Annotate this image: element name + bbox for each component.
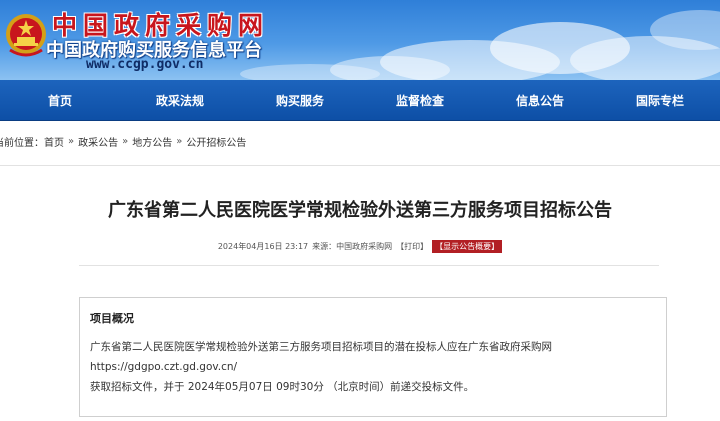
overview-heading: 项目概况 <box>90 312 134 325</box>
overview-url[interactable]: https://gdgpo.czt.gd.gov.cn/ <box>90 357 656 377</box>
breadcrumb-local-notices[interactable]: 地方公告 <box>132 134 172 149</box>
breadcrumb-procurement-notices[interactable]: 政采公告 <box>78 134 118 149</box>
article-source: 来源：中国政府采购网 <box>312 241 393 251</box>
print-link[interactable]: 【打印】 <box>396 241 428 252</box>
breadcrumb: 当前位置： 首页 » 政采公告 » 地方公告 » 公开招标公告 <box>0 129 720 153</box>
breadcrumb-home[interactable]: 首页 <box>44 134 64 149</box>
publish-date: 2024年04月16日 23:17 <box>217 241 309 251</box>
show-summary-button[interactable]: 【显示公告概要】 <box>432 239 503 253</box>
breadcrumb-open-tender[interactable]: 公开招标公告 <box>186 134 246 149</box>
breadcrumb-separator: » <box>122 135 129 147</box>
national-emblem-icon <box>6 14 46 57</box>
breadcrumb-lead: 当前位置： <box>0 137 44 149</box>
site-url: www.ccgp.gov.cn <box>86 57 204 72</box>
nav-item-regulations[interactable]: 政采法规 <box>120 80 240 120</box>
divider <box>79 265 659 266</box>
site-banner: 中国政府采购网 中国政府购买服务信息平台 www.ccgp.gov.cn <box>0 0 720 80</box>
breadcrumb-separator: » <box>176 135 183 147</box>
article-title: 广东省第二人民医院医学常规检验外送第三方服务项目招标公告 <box>108 200 612 221</box>
overview-line: 获取招标文件，并于 2024年05月07日 09时30分 （北京时间）前递交投标… <box>90 381 475 393</box>
overview-line: 广东省第二人民医院医学常规检验外送第三方服务项目招标项目的潜在投标人应在广东省政… <box>90 341 552 353</box>
article-meta: 2024年04月16日 23:17 来源：中国政府采购网 【打印】 【显示公告概… <box>0 238 720 254</box>
nav-item-supervision[interactable]: 监督检查 <box>360 80 480 120</box>
nav-item-purchase-services[interactable]: 购买服务 <box>240 80 360 120</box>
project-overview-box: 项目概况 广东省第二人民医院医学常规检验外送第三方服务项目招标项目的潜在投标人应… <box>79 297 667 417</box>
nav-item-home[interactable]: 首页 <box>0 80 120 120</box>
nav-item-announcements[interactable]: 信息公告 <box>480 80 600 120</box>
nav-item-international[interactable]: 国际专栏 <box>600 80 720 120</box>
main-nav: 首页 政采法规 购买服务 监督检查 信息公告 国际专栏 <box>0 80 720 121</box>
divider <box>0 165 720 166</box>
breadcrumb-separator: » <box>68 135 75 147</box>
